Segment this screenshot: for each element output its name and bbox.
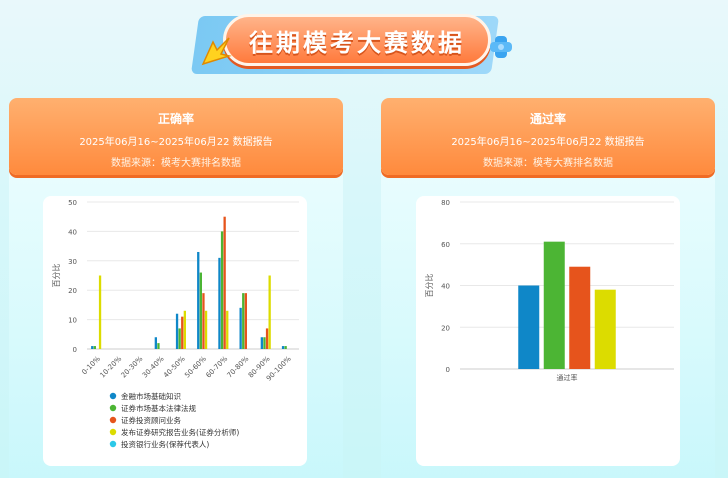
legend-marker — [109, 404, 117, 412]
y-tick-label: 40 — [68, 228, 77, 236]
legend-label: 金融市场基础知识 — [121, 391, 181, 401]
y-tick-label: 40 — [441, 283, 450, 291]
card-date-range: 2025年06月16~2025年06月22 数据报告 — [451, 137, 645, 148]
y-tick-label: 20 — [68, 287, 77, 295]
bar — [263, 337, 266, 349]
bar — [226, 310, 229, 349]
bar — [175, 313, 179, 349]
x-tick-label: 10-20% — [98, 355, 123, 380]
y-tick-label: 0 — [446, 366, 450, 374]
y-tick-label: 0 — [73, 346, 77, 354]
card-title: 通过率 — [529, 112, 566, 126]
y-tick-label: 20 — [441, 324, 450, 332]
bar — [218, 257, 221, 349]
legend-label: 投资银行业务(保荐代表人) — [121, 439, 209, 449]
accuracy-chart-panel: 0 10 20 30 40 50 百分比 0-10% 10-20% 20-30% 30-40% 40-… — [43, 196, 307, 466]
x-tick-label: 40-50% — [162, 355, 187, 380]
y-tick-label: 50 — [68, 199, 77, 207]
legend-label: 证券市场基本法律法规 — [121, 403, 196, 413]
x-tick-label: 60-70% — [204, 355, 229, 380]
puzzle-piece-icon — [490, 36, 512, 58]
legend-marker — [109, 440, 117, 448]
bar — [281, 346, 285, 349]
bar — [202, 293, 205, 349]
bar — [157, 343, 160, 349]
bar — [204, 310, 208, 349]
pass-rate-card: 通过率 2025年06月16~2025年06月22 数据报告 数据来源：模考大赛… — [381, 98, 715, 478]
banner-title: 往期模考大赛数据 — [249, 28, 465, 57]
legend-marker — [109, 428, 117, 436]
legend-marker — [109, 416, 117, 424]
bar — [223, 216, 226, 349]
banner-title-pill: 往期模考大赛数据 — [223, 14, 491, 66]
card-data-source: 数据来源：模考大赛排名数据 — [111, 158, 241, 169]
card-header: 正确率 2025年06月16~2025年06月22 数据报告 数据来源：模考大赛… — [9, 98, 343, 175]
bar — [239, 307, 242, 349]
card-date-range: 2025年06月16~2025年06月22 数据报告 — [79, 137, 273, 148]
y-tick-label: 30 — [68, 258, 77, 266]
bar — [569, 266, 591, 369]
bar — [93, 346, 96, 349]
bar — [518, 285, 540, 369]
bar — [268, 275, 271, 349]
pass-rate-bar-chart: 0 20 40 60 80 百分比通过率 — [424, 199, 674, 382]
page-banner: 往期模考大赛数据 — [190, 8, 520, 74]
x-tick-label: 70-80% — [226, 355, 251, 380]
y-tick-label: 60 — [441, 241, 450, 249]
bar — [154, 337, 157, 349]
x-tick-label: 通过率 — [557, 373, 578, 382]
card-title: 正确率 — [157, 112, 194, 126]
cursor-arrow-icon — [201, 37, 232, 66]
legend-marker — [109, 392, 117, 400]
bar — [197, 251, 200, 349]
y-tick-label: 80 — [441, 199, 450, 207]
x-tick-label: 20-30% — [120, 355, 145, 380]
bar — [594, 289, 616, 369]
card-data-source: 数据来源：模考大赛排名数据 — [483, 158, 613, 169]
accuracy-card: 正确率 2025年06月16~2025年06月22 数据报告 数据来源：模考大赛… — [9, 98, 343, 478]
bar — [244, 293, 247, 349]
y-tick-label: 10 — [68, 317, 77, 325]
bar — [181, 316, 184, 349]
x-tick-label: 30-40% — [141, 355, 166, 380]
y-axis-label: 百分比 — [51, 264, 61, 288]
bar — [242, 293, 245, 349]
y-axis-label: 百分比 — [424, 274, 434, 298]
bar — [98, 275, 102, 349]
x-tick-label: 50-60% — [183, 355, 208, 380]
bar — [199, 272, 202, 349]
bar — [91, 346, 94, 349]
accuracy-bar-chart: 01020304050百分比0-10%10-20%20-30%30-40%40-… — [51, 199, 299, 449]
bar — [543, 241, 565, 369]
bar — [220, 231, 224, 349]
bar — [265, 328, 269, 349]
legend-label: 证券投资顾问业务 — [121, 415, 181, 425]
pass-rate-chart-panel: 0 20 40 60 80 百分比通过率 — [416, 196, 680, 466]
bar — [183, 310, 186, 349]
bar — [178, 328, 181, 349]
bar — [284, 346, 287, 349]
card-header: 通过率 2025年06月16~2025年06月22 数据报告 数据来源：模考大赛… — [381, 98, 715, 175]
legend-label: 发布证券研究报告业务(证券分析师) — [121, 427, 239, 437]
bar — [260, 337, 263, 349]
